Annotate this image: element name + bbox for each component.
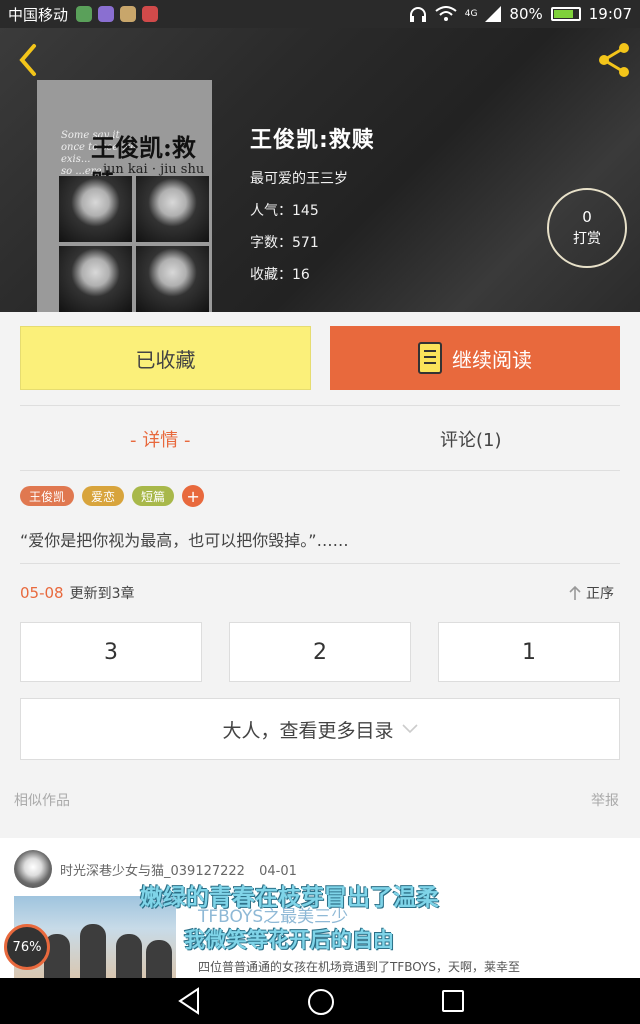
nav-home-icon[interactable] bbox=[308, 989, 334, 1015]
popularity-stat: 人气：145 bbox=[250, 203, 319, 219]
avatar bbox=[14, 850, 52, 888]
thumbnail-figure bbox=[146, 940, 172, 978]
tag-list: 王俊凯 爱恋 短篇 + bbox=[20, 485, 205, 507]
book-synopsis: “爱你是把你视为最高，也可以把你毁掉。”…… bbox=[20, 531, 349, 550]
speed-boost-badge[interactable]: 76% bbox=[4, 924, 50, 970]
reward-label: 打赏 bbox=[573, 231, 601, 247]
chapter-button[interactable]: 1 bbox=[438, 622, 620, 682]
similar-work-meta: 时光深巷少女与猫_039127222 04-01 bbox=[60, 860, 297, 879]
carrier-label: 中国移动 bbox=[8, 5, 69, 24]
clock: 19:07 bbox=[588, 5, 632, 23]
headphones-icon bbox=[409, 7, 426, 22]
divider bbox=[20, 563, 620, 564]
add-tag-button[interactable]: + bbox=[182, 485, 205, 507]
report-link[interactable]: 举报 bbox=[591, 790, 619, 810]
more-catalog-label: 大人，查看更多目录 bbox=[222, 719, 394, 742]
status-bar: 中国移动 4G 80% 19:07 bbox=[0, 0, 640, 28]
tag[interactable]: 短篇 bbox=[132, 486, 175, 506]
book-header: Some say it once to see wh exis... so ..… bbox=[0, 28, 640, 312]
collected-label: 已收藏 bbox=[135, 347, 196, 372]
back-icon[interactable] bbox=[14, 42, 44, 78]
tag[interactable]: 王俊凯 bbox=[20, 486, 75, 506]
wifi-icon bbox=[435, 6, 457, 21]
cover-subtitle: jun kai · jiu shu bbox=[103, 162, 205, 177]
app-notification-icon bbox=[76, 6, 93, 22]
collected-button[interactable]: 已收藏 bbox=[20, 326, 311, 390]
similar-work-description: 四位普普通通的女孩在机场竟遇到了TFBOYS，天啊，莱幸至 bbox=[198, 960, 520, 974]
divider bbox=[20, 470, 620, 471]
thumbnail-figure bbox=[116, 934, 142, 978]
book-title: 王俊凯:救赎 bbox=[250, 128, 375, 153]
system-nav-bar bbox=[0, 978, 640, 1024]
notification-icons bbox=[76, 6, 159, 22]
reward-count: 0 bbox=[582, 208, 592, 226]
share-icon[interactable] bbox=[594, 40, 634, 80]
book-meta: 王俊凯:救赎 最可爱的王三岁 人气：145 字数：571 收藏：16 bbox=[250, 122, 375, 296]
cover-photo bbox=[59, 176, 132, 242]
battery-percent: 80% bbox=[509, 5, 543, 23]
cover-overlay-text: 我微笑等花开后的自由 bbox=[184, 928, 394, 952]
tab-detail[interactable]: - 详情 - bbox=[130, 424, 190, 454]
reward-button[interactable]: 0 打赏 bbox=[547, 188, 627, 268]
chapter-button[interactable]: 2 bbox=[229, 622, 411, 682]
nav-back-icon[interactable] bbox=[176, 987, 202, 1015]
book-cover: Some say it once to see wh exis... so ..… bbox=[37, 80, 212, 312]
battery-icon bbox=[550, 7, 581, 21]
update-text: 更新到3章 bbox=[69, 586, 135, 602]
similar-work-author: 时光深巷少女与猫_039127222 bbox=[60, 864, 245, 879]
similar-works-label: 相似作品 bbox=[14, 793, 70, 809]
nav-recents-icon[interactable] bbox=[442, 990, 464, 1012]
app-notification-icon bbox=[98, 6, 115, 22]
continue-reading-button[interactable]: 继续阅读 bbox=[330, 326, 620, 390]
tag[interactable]: 爱恋 bbox=[82, 486, 125, 506]
update-info: 05-08 更新到3章 bbox=[20, 583, 135, 603]
sort-toggle[interactable]: 正序 bbox=[568, 583, 614, 603]
cover-photo bbox=[136, 246, 209, 312]
tab-comments[interactable]: 评论(1) bbox=[440, 424, 502, 454]
continue-reading-label: 继续阅读 bbox=[452, 347, 532, 372]
book-icon bbox=[418, 342, 442, 374]
similar-work-card[interactable]: 时光深巷少女与猫_039127222 04-01 嫩绿的青春在枝芽冒出了温柔 T… bbox=[0, 838, 640, 978]
network-type: 4G bbox=[464, 9, 478, 19]
book-author[interactable]: 最可爱的王三岁 bbox=[250, 168, 375, 188]
cover-photo-grid bbox=[59, 176, 209, 312]
chapter-button[interactable]: 3 bbox=[20, 622, 202, 682]
favorites-stat: 收藏：16 bbox=[250, 267, 310, 283]
divider bbox=[20, 405, 620, 406]
word-count-stat: 字数：571 bbox=[250, 235, 319, 251]
cover-photo bbox=[136, 176, 209, 242]
update-date: 05-08 bbox=[20, 584, 64, 602]
app-notification-icon bbox=[142, 6, 159, 22]
signal-icon bbox=[485, 6, 502, 22]
more-catalog-button[interactable]: 大人，查看更多目录 bbox=[20, 698, 620, 760]
cover-text: exis... bbox=[61, 154, 91, 165]
cover-photo bbox=[59, 246, 132, 312]
thumbnail-figure bbox=[80, 924, 106, 978]
similar-work-date: 04-01 bbox=[259, 864, 297, 879]
sort-label: 正序 bbox=[586, 586, 614, 602]
arrow-up-icon bbox=[569, 585, 581, 600]
chevron-down-icon bbox=[401, 724, 418, 734]
app-notification-icon bbox=[120, 6, 137, 22]
